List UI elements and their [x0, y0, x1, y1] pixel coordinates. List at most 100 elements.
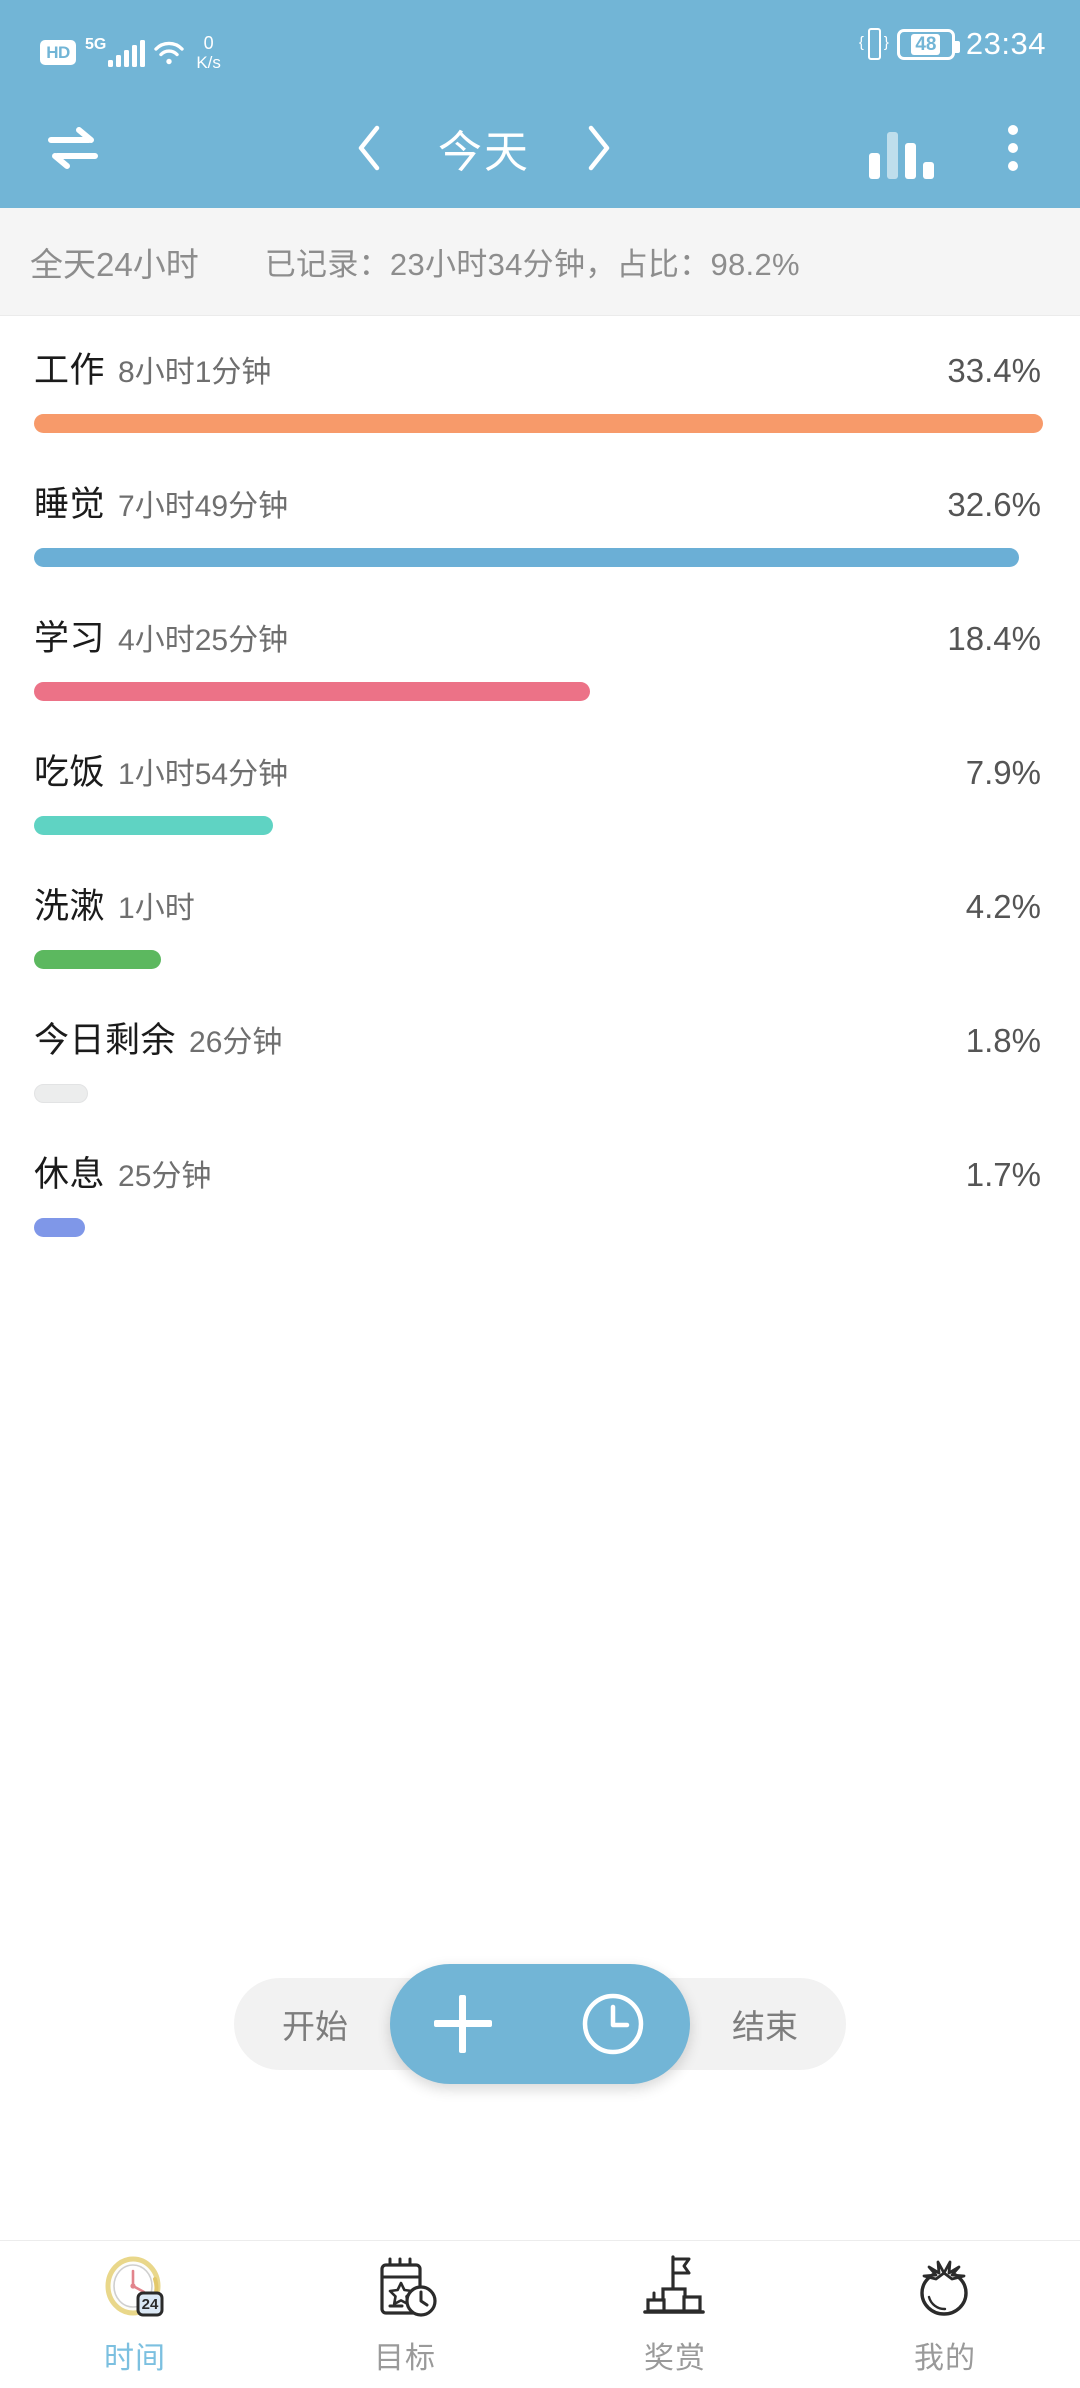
all-day-label: 全天24小时 — [30, 245, 199, 283]
status-bar-right: { } 48 23:34 — [859, 26, 1046, 62]
nav-label-reward: 奖赏 — [644, 2341, 706, 2375]
category-bar-track — [34, 816, 1043, 835]
category-percent: 7.9% — [965, 754, 1041, 791]
swap-arrows-icon[interactable] — [42, 117, 104, 179]
category-percent: 18.4% — [947, 620, 1041, 657]
category-bar-fill — [34, 682, 590, 701]
category-duration: 1小时54分钟 — [118, 758, 289, 791]
tomato-icon — [910, 2253, 980, 2323]
category-name: 休息 — [34, 1155, 106, 1194]
category-row[interactable]: 今日剩余 26分钟 1.8% — [34, 1012, 1043, 1103]
chevron-left-icon[interactable] — [329, 112, 409, 184]
quick-action-bar: 开始 结束 — [0, 1924, 1080, 2124]
page-title[interactable]: 今天 — [409, 116, 559, 180]
category-bar-track — [34, 414, 1043, 433]
category-row-header: 洗漱 1小时 4.2% — [34, 878, 1043, 929]
app-bar: 今天 — [0, 88, 1080, 208]
fab-pill — [390, 1964, 690, 2084]
category-row-header: 休息 25分钟 1.7% — [34, 1146, 1043, 1197]
category-row-left: 洗漱 1小时 — [34, 878, 195, 929]
category-name: 吃饭 — [34, 753, 106, 792]
summary-bar: 全天24小时 已记录：23小时34分钟，占比：98.2% — [0, 208, 1080, 316]
nav-item-reward[interactable]: 奖赏 — [540, 2241, 810, 2388]
signal-bars-icon — [108, 40, 146, 67]
category-row-left: 学习 4小时25分钟 — [34, 610, 288, 661]
category-percent: 1.8% — [965, 1022, 1041, 1059]
category-row-header: 睡觉 7小时49分钟 32.6% — [34, 476, 1043, 527]
category-name: 今日剩余 — [34, 1021, 177, 1060]
category-row-left: 睡觉 7小时49分钟 — [34, 476, 288, 527]
plus-icon[interactable] — [434, 1995, 492, 2053]
category-bar-fill — [34, 816, 273, 835]
start-button[interactable]: 开始 — [282, 2000, 348, 2048]
category-duration: 1小时 — [118, 892, 195, 925]
battery-level: 48 — [911, 33, 941, 55]
chevron-right-icon[interactable] — [559, 112, 639, 184]
clock-icon[interactable] — [580, 1991, 646, 2057]
nav-item-goal[interactable]: 目标 — [270, 2241, 540, 2388]
cellular-signal-icon: 5G — [85, 36, 146, 67]
category-percent: 4.2% — [965, 888, 1041, 925]
overflow-menu-icon[interactable] — [986, 117, 1040, 179]
nav-label-goal: 目标 — [374, 2341, 436, 2375]
network-speed-indicator: 0 K/s — [196, 34, 221, 71]
category-row-left: 休息 25分钟 — [34, 1146, 211, 1197]
network-speed-value: 0 — [203, 33, 214, 53]
vibrate-icon: { } — [859, 28, 889, 60]
category-duration: 7小时49分钟 — [118, 490, 289, 523]
category-bar-fill — [34, 1218, 86, 1237]
recorded-summary-text: 已记录：23小时34分钟，占比：98.2% — [264, 247, 800, 282]
category-row-header: 今日剩余 26分钟 1.8% — [34, 1012, 1043, 1063]
start-end-track: 开始 结束 — [234, 1964, 846, 2084]
category-name: 工作 — [34, 351, 106, 390]
wifi-icon — [154, 40, 185, 66]
category-bar-track — [34, 682, 1043, 701]
category-percent: 1.7% — [965, 1156, 1041, 1193]
category-row[interactable]: 吃饭 1小时54分钟 7.9% — [34, 744, 1043, 835]
category-row[interactable]: 睡觉 7小时49分钟 32.6% — [34, 476, 1043, 567]
category-duration: 25分钟 — [118, 1160, 212, 1193]
network-speed-unit: K/s — [196, 53, 221, 72]
nav-item-mine[interactable]: 我的 — [810, 2241, 1080, 2388]
category-name: 学习 — [34, 619, 106, 658]
network-type-label: 5G — [85, 36, 107, 53]
category-bar-track — [34, 548, 1043, 567]
date-navigator: 今天 — [104, 112, 864, 184]
battery-icon: 48 — [896, 28, 960, 60]
category-row[interactable]: 工作 8小时1分钟 33.4% — [34, 342, 1043, 433]
end-button[interactable]: 结束 — [732, 2000, 798, 2048]
category-name: 睡觉 — [34, 485, 106, 524]
nav-label-mine: 我的 — [914, 2341, 976, 2375]
podium-flag-icon — [640, 2253, 710, 2323]
category-bar-track — [34, 1218, 1043, 1237]
calendar-star-icon — [370, 2253, 440, 2323]
nav-item-time[interactable]: 24 时间 — [0, 2241, 270, 2388]
category-bar-fill — [34, 950, 161, 969]
svg-text:24: 24 — [142, 2296, 159, 2313]
category-bar-fill — [34, 548, 1019, 567]
category-row-header: 学习 4小时25分钟 18.4% — [34, 610, 1043, 661]
category-row-left: 今日剩余 26分钟 — [34, 1012, 282, 1063]
category-row[interactable]: 休息 25分钟 1.7% — [34, 1146, 1043, 1237]
category-row-left: 工作 8小时1分钟 — [34, 342, 271, 393]
category-percent: 33.4% — [947, 352, 1041, 389]
category-percent: 32.6% — [947, 486, 1041, 523]
category-bar-fill — [34, 1084, 89, 1103]
bar-chart-icon[interactable] — [864, 117, 938, 179]
status-bar-left: HD 5G 0 K/s — [40, 21, 221, 71]
category-row-header: 吃饭 1小时54分钟 7.9% — [34, 744, 1043, 795]
category-duration: 8小时1分钟 — [118, 356, 272, 389]
status-bar: HD 5G 0 K/s { } 48 23:34 — [0, 0, 1080, 88]
bottom-navigation: 24 时间 目标 奖赏 我的 — [0, 2240, 1080, 2388]
category-row-header: 工作 8小时1分钟 33.4% — [34, 342, 1043, 393]
category-row[interactable]: 学习 4小时25分钟 18.4% — [34, 610, 1043, 701]
category-row-left: 吃饭 1小时54分钟 — [34, 744, 288, 795]
clock-24-icon: 24 — [100, 2253, 170, 2323]
category-row[interactable]: 洗漱 1小时 4.2% — [34, 878, 1043, 969]
category-name: 洗漱 — [34, 887, 106, 926]
app-screen: HD 5G 0 K/s { } 48 23:34 今天 全天24小时 已记录：2… — [0, 0, 1080, 2388]
status-bar-clock: 23:34 — [965, 26, 1046, 61]
category-duration: 26分钟 — [189, 1026, 283, 1059]
nav-label-time: 时间 — [104, 2341, 166, 2375]
category-bar-track — [34, 1084, 1043, 1103]
